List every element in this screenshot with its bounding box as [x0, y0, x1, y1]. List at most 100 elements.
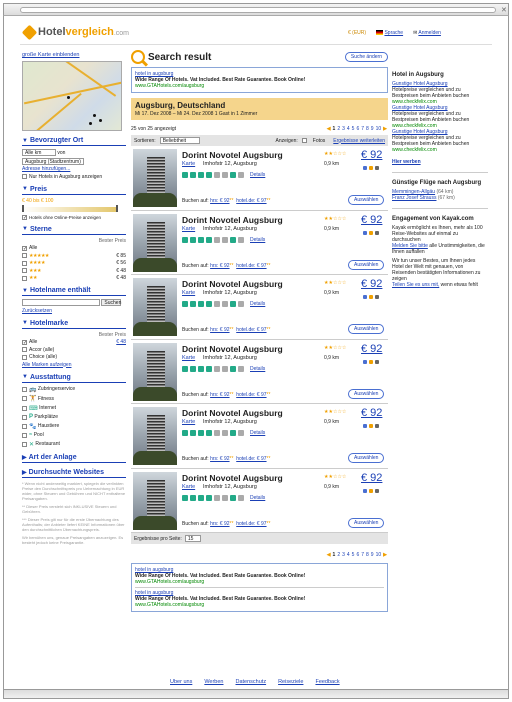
hotel-photo[interactable] — [133, 149, 177, 207]
book-hrs-link[interactable]: hrs: € 92 — [210, 521, 229, 527]
details-link[interactable]: Details — [250, 495, 265, 501]
sponsored-ad-bottom[interactable]: hotel in augsburg Wide Range Of Hotels. … — [131, 563, 388, 612]
amenity-checkbox[interactable] — [22, 386, 27, 392]
hotel-result[interactable]: Dorint Novotel Augsburg Karte Imhofstr 1… — [131, 275, 388, 340]
hotel-price[interactable]: € 92 — [361, 149, 382, 161]
hotel-price[interactable]: € 92 — [361, 214, 382, 226]
language-link[interactable]: Sprache — [376, 30, 403, 36]
hotel-name[interactable]: Dorint Novotel Augsburg — [182, 473, 283, 483]
hotel-result[interactable]: Dorint Novotel Augsburg Karte Imhofstr 1… — [131, 339, 388, 404]
select-button[interactable]: Auswählen — [348, 195, 385, 205]
radius-select[interactable]: Alle km — [22, 149, 56, 156]
select-button[interactable]: Auswählen — [348, 453, 385, 463]
mail-icon[interactable] — [363, 424, 367, 428]
hotel-photo[interactable] — [133, 342, 177, 401]
details-link[interactable]: Details — [250, 301, 265, 307]
hotel-name[interactable]: Dorint Novotel Augsburg — [182, 150, 283, 160]
login-link[interactable]: ✉ Anmelden — [413, 30, 441, 36]
book-hrs-link[interactable]: hrs: € 92 — [210, 456, 229, 462]
sort-select[interactable]: Beliebtheit — [159, 137, 200, 144]
trash-icon[interactable] — [375, 424, 379, 428]
footer-about-link[interactable]: Uber uns — [170, 679, 192, 685]
close-icon[interactable]: ✕ — [501, 6, 507, 14]
favorite-icon[interactable] — [369, 424, 373, 428]
hotel-name[interactable]: Dorint Novotel Augsburg — [182, 279, 283, 289]
stars-3-checkbox[interactable] — [22, 268, 27, 273]
hotel-photo[interactable] — [133, 407, 177, 465]
hotel-photo[interactable] — [133, 213, 177, 272]
section-stars[interactable]: ▼ Sterne — [22, 226, 126, 233]
site-logo[interactable]: Hotel vergleich .com — [21, 24, 129, 40]
hotel-price[interactable]: € 92 — [361, 472, 382, 484]
hotel-result[interactable]: Dorint Novotel Augsburg Karte Imhofstr 1… — [131, 210, 388, 275]
map-link[interactable]: Karte — [182, 355, 195, 361]
hotel-photo[interactable] — [133, 471, 177, 530]
brand-all-checkbox[interactable] — [22, 339, 27, 345]
right-ad[interactable]: Gunstige Hotel Augsburg Hotelpreise vergl… — [392, 129, 488, 153]
flight-link[interactable]: Franz Josef Strauss — [392, 195, 436, 201]
hotel-name[interactable]: Dorint Novotel Augsburg — [182, 215, 283, 225]
show-large-map-link[interactable]: große Karte einblenden — [22, 52, 79, 58]
section-price[interactable]: ▼ Preis — [22, 186, 126, 193]
book-hotelde-link[interactable]: hotel.de: € 97 — [236, 456, 266, 462]
pagination-bottom[interactable]: ◀ 1 2 3 4 5 6 7 8 9 10 ▶ — [131, 552, 388, 558]
forward-results-link[interactable]: Ergebnisse weiterleiten — [333, 138, 385, 144]
details-link[interactable]: Details — [250, 237, 265, 243]
book-hrs-link[interactable]: hrs: € 92 — [210, 392, 229, 398]
hotel-result[interactable]: Dorint Novotel Augsburg Karte Imhofstr 1… — [131, 404, 388, 469]
mail-icon[interactable] — [363, 230, 367, 235]
select-button[interactable]: Auswählen — [348, 388, 385, 399]
map-link[interactable]: Karte — [182, 290, 195, 296]
favorite-icon[interactable] — [369, 359, 373, 364]
stars-all-checkbox[interactable] — [22, 245, 27, 251]
mail-icon[interactable] — [363, 359, 367, 364]
select-button[interactable]: Auswählen — [348, 324, 385, 334]
mail-icon[interactable] — [363, 488, 367, 493]
right-ad[interactable]: Gunstige Hotel Augsburg Hotelpreise vergl… — [392, 105, 488, 129]
hotel-name[interactable]: Dorint Novotel Augsburg — [182, 344, 283, 354]
book-hotelde-link[interactable]: hotel.de: € 97 — [236, 263, 266, 269]
trash-icon[interactable] — [375, 230, 379, 235]
hotel-name[interactable]: Dorint Novotel Augsburg — [182, 408, 283, 418]
per-page-select[interactable]: 15 — [184, 535, 201, 542]
details-link[interactable]: Details — [250, 172, 265, 178]
brand-accor-checkbox[interactable] — [22, 347, 27, 352]
hotel-price[interactable]: € 92 — [361, 343, 382, 355]
only-city-checkbox[interactable] — [22, 174, 27, 179]
trash-icon[interactable] — [375, 295, 379, 299]
stars-5-checkbox[interactable] — [22, 253, 27, 258]
advertise-here-link[interactable]: Hier werben — [392, 159, 488, 165]
mail-icon[interactable] — [363, 166, 367, 170]
mail-icon[interactable] — [363, 295, 367, 299]
amenity-checkbox[interactable] — [22, 414, 27, 420]
reset-link[interactable]: Zurücksetzen — [22, 308, 52, 314]
book-hrs-link[interactable]: hrs: € 92 — [210, 198, 229, 204]
amenity-checkbox[interactable] — [22, 441, 27, 447]
hotel-photo[interactable] — [133, 278, 177, 336]
section-hotel-name[interactable]: ▼ Hotelname enthält — [22, 287, 126, 294]
select-button[interactable]: Auswählen — [348, 259, 385, 270]
section-amenities[interactable]: ▼ Ausstattung — [22, 374, 126, 381]
select-button[interactable]: Auswählen — [348, 517, 385, 528]
map-link[interactable]: Karte — [182, 484, 195, 490]
hotel-price[interactable]: € 92 — [361, 407, 382, 419]
book-hotelde-link[interactable]: hotel.de: € 97 — [236, 521, 266, 527]
section-property-type[interactable]: ▶ Art der Anlage — [22, 454, 126, 461]
section-favorite-place[interactable]: ▼ Bevorzugter Ort — [22, 137, 126, 144]
amenity-checkbox[interactable] — [22, 423, 27, 429]
favorite-icon[interactable] — [369, 488, 373, 493]
section-hotel-brand[interactable]: ▼ Hotelmarke — [22, 320, 126, 327]
footer-destinations-link[interactable]: Reiseziele — [278, 679, 303, 685]
amenity-checkbox[interactable] — [22, 432, 27, 438]
footer-feedback-link[interactable]: Feedback — [315, 679, 339, 685]
address-bar[interactable] — [20, 7, 496, 13]
map-link[interactable]: Karte — [182, 226, 195, 232]
hotel-result[interactable]: Dorint Novotel Augsburg Karte Imhofstr 1… — [131, 146, 388, 211]
book-hrs-link[interactable]: hrs: € 92 — [210, 263, 229, 269]
all-brands-link[interactable]: Alle Marken aufzeigen — [22, 362, 71, 368]
favorite-icon[interactable] — [369, 166, 373, 170]
footer-privacy-link[interactable]: Datenschutz — [236, 679, 267, 685]
favorite-icon[interactable] — [369, 230, 373, 235]
book-hotelde-link[interactable]: hotel.de: € 97 — [236, 392, 266, 398]
hotel-name-input[interactable] — [22, 299, 100, 306]
